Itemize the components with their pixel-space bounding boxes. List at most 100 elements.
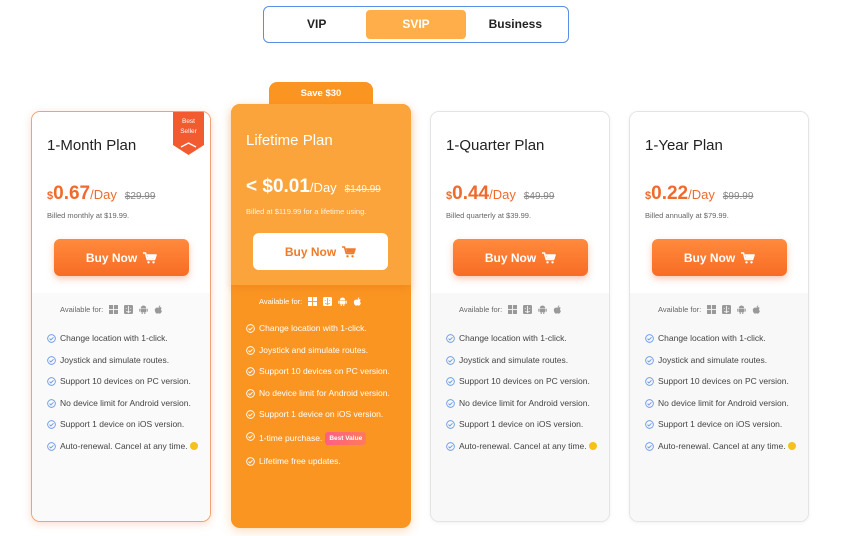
macos-finder-icon <box>722 305 732 314</box>
feature-item: Auto-renewal. Cancel at any time. <box>446 441 606 452</box>
buy-now-button-lifetime[interactable]: Buy Now <box>253 233 388 270</box>
plan-card-monthly: 1-Month Plan $0.67/Day $29.99 Billed mont… <box>31 111 211 522</box>
price-unit: /Day <box>489 187 516 202</box>
android-icon <box>338 297 347 306</box>
check-circle-icon <box>645 334 654 343</box>
price-currency: $ <box>262 176 273 197</box>
android-icon <box>538 305 547 314</box>
cart-icon <box>143 251 157 263</box>
available-platforms: Available for: <box>658 305 761 314</box>
buy-now-button-quarterly[interactable]: Buy Now <box>453 239 588 276</box>
available-platforms: Available for: <box>259 297 362 306</box>
best-value-badge: Best Value <box>325 431 367 445</box>
price-amount: 0.44 <box>452 183 490 204</box>
check-circle-icon <box>47 398 56 408</box>
tab-business[interactable]: Business <box>466 10 565 39</box>
check-circle-icon <box>246 431 255 441</box>
feature-item: Support 1 device on iOS version. <box>47 419 207 430</box>
check-circle-icon <box>645 420 654 429</box>
feature-item: No device limit for Android version. <box>446 398 606 409</box>
plan-card-header: Lifetime Plan < $0.01/Day $149.99 Billed … <box>231 104 411 285</box>
apple-icon <box>553 305 562 314</box>
check-circle-icon <box>446 420 455 429</box>
windows-icon <box>308 297 318 306</box>
plan-card-header: 1-Year Plan $0.22/Day $99.99 Billed annua… <box>630 112 808 293</box>
svg-text:Best: Best <box>182 118 195 125</box>
plan-title: Lifetime Plan <box>246 132 333 149</box>
billing-note: Billed at $119.99 for a lifetime using. <box>246 207 367 216</box>
buy-now-button-monthly[interactable]: Buy Now <box>54 239 189 276</box>
price-unit: /Day <box>309 180 337 195</box>
billing-note: Billed annually at $79.99. <box>645 211 729 220</box>
svg-text:Seller: Seller <box>180 128 197 135</box>
plan-title: 1-Year Plan <box>645 137 723 154</box>
feature-item: Change location with 1-click. <box>446 333 606 344</box>
check-circle-icon <box>645 355 654 365</box>
cart-icon <box>342 245 356 257</box>
check-circle-icon <box>47 355 56 365</box>
android-icon <box>139 305 148 314</box>
feature-item: 1-time purchase. Best Value <box>246 431 406 445</box>
original-price: $99.99 <box>722 191 754 202</box>
feature-item: No device limit for Android version. <box>645 398 805 409</box>
smile-emoji-icon <box>787 441 796 450</box>
plan-card-header: 1-Quarter Plan $0.44/Day $49.99 Billed qu… <box>431 112 609 293</box>
check-circle-icon <box>246 410 255 419</box>
original-price: $29.99 <box>124 191 156 202</box>
check-circle-icon <box>446 441 455 451</box>
check-circle-icon <box>246 324 255 333</box>
feature-list: Change location with 1-click. Joystick a… <box>47 333 207 463</box>
available-label: Available for: <box>259 297 303 306</box>
check-circle-icon <box>246 345 255 355</box>
feature-item: No device limit for Android version. <box>246 388 406 399</box>
feature-item: No device limit for Android version. <box>47 398 207 409</box>
plan-title: 1-Month Plan <box>47 137 137 154</box>
feature-item: Change location with 1-click. <box>47 333 207 344</box>
check-circle-icon <box>246 457 255 466</box>
save-tag: Save $30 <box>269 82 373 106</box>
check-circle-icon <box>47 441 56 451</box>
billing-note: Billed quarterly at $39.99. <box>446 211 532 220</box>
plan-card-yearly: 1-Year Plan $0.22/Day $99.99 Billed annua… <box>629 111 809 522</box>
check-circle-icon <box>446 355 455 365</box>
feature-item: Support 1 device on iOS version. <box>645 419 805 430</box>
windows-icon <box>707 305 717 314</box>
feature-item: Lifetime free updates. <box>246 456 406 467</box>
check-circle-icon <box>47 334 56 343</box>
macos-finder-icon <box>323 297 333 306</box>
buy-now-button-yearly[interactable]: Buy Now <box>652 239 787 276</box>
check-circle-icon <box>47 377 56 386</box>
feature-item: Support 10 devices on PC version. <box>246 366 406 377</box>
feature-item: Support 10 devices on PC version. <box>47 376 207 387</box>
check-circle-icon <box>47 420 56 429</box>
buy-now-label: Buy Now <box>85 250 138 265</box>
feature-list: Change location with 1-click. Joystick a… <box>446 333 606 463</box>
feature-item: Joystick and simulate routes. <box>246 345 406 356</box>
cart-icon <box>542 251 556 263</box>
available-label: Available for: <box>60 305 104 314</box>
check-circle-icon <box>645 377 654 386</box>
smile-emoji-icon <box>189 441 198 450</box>
plan-price: $0.44/Day $49.99 <box>446 183 554 205</box>
tab-vip[interactable]: VIP <box>267 10 366 39</box>
apple-icon <box>752 305 761 314</box>
feature-item: Auto-renewal. Cancel at any time. <box>47 441 207 452</box>
cart-icon <box>741 251 755 263</box>
feature-item: Change location with 1-click. <box>645 333 805 344</box>
apple-icon <box>353 297 362 306</box>
feature-list: Change location with 1-click. Joystick a… <box>645 333 805 463</box>
feature-list: Change location with 1-click. Joystick a… <box>246 323 406 479</box>
plan-card-quarterly: 1-Quarter Plan $0.44/Day $49.99 Billed qu… <box>430 111 610 522</box>
available-label: Available for: <box>658 305 702 314</box>
plan-price: < $0.01/Day $149.99 <box>246 176 381 198</box>
check-circle-icon <box>446 334 455 343</box>
feature-item: Support 10 devices on PC version. <box>446 376 606 387</box>
plan-title: 1-Quarter Plan <box>446 137 545 154</box>
windows-icon <box>109 305 119 314</box>
billing-note: Billed monthly at $19.99. <box>47 211 130 220</box>
best-seller-ribbon: Best Seller <box>173 112 204 157</box>
macos-finder-icon <box>124 305 134 314</box>
check-circle-icon <box>645 398 654 408</box>
buy-now-label: Buy Now <box>683 250 736 265</box>
tab-svip[interactable]: SVIP <box>366 10 466 39</box>
